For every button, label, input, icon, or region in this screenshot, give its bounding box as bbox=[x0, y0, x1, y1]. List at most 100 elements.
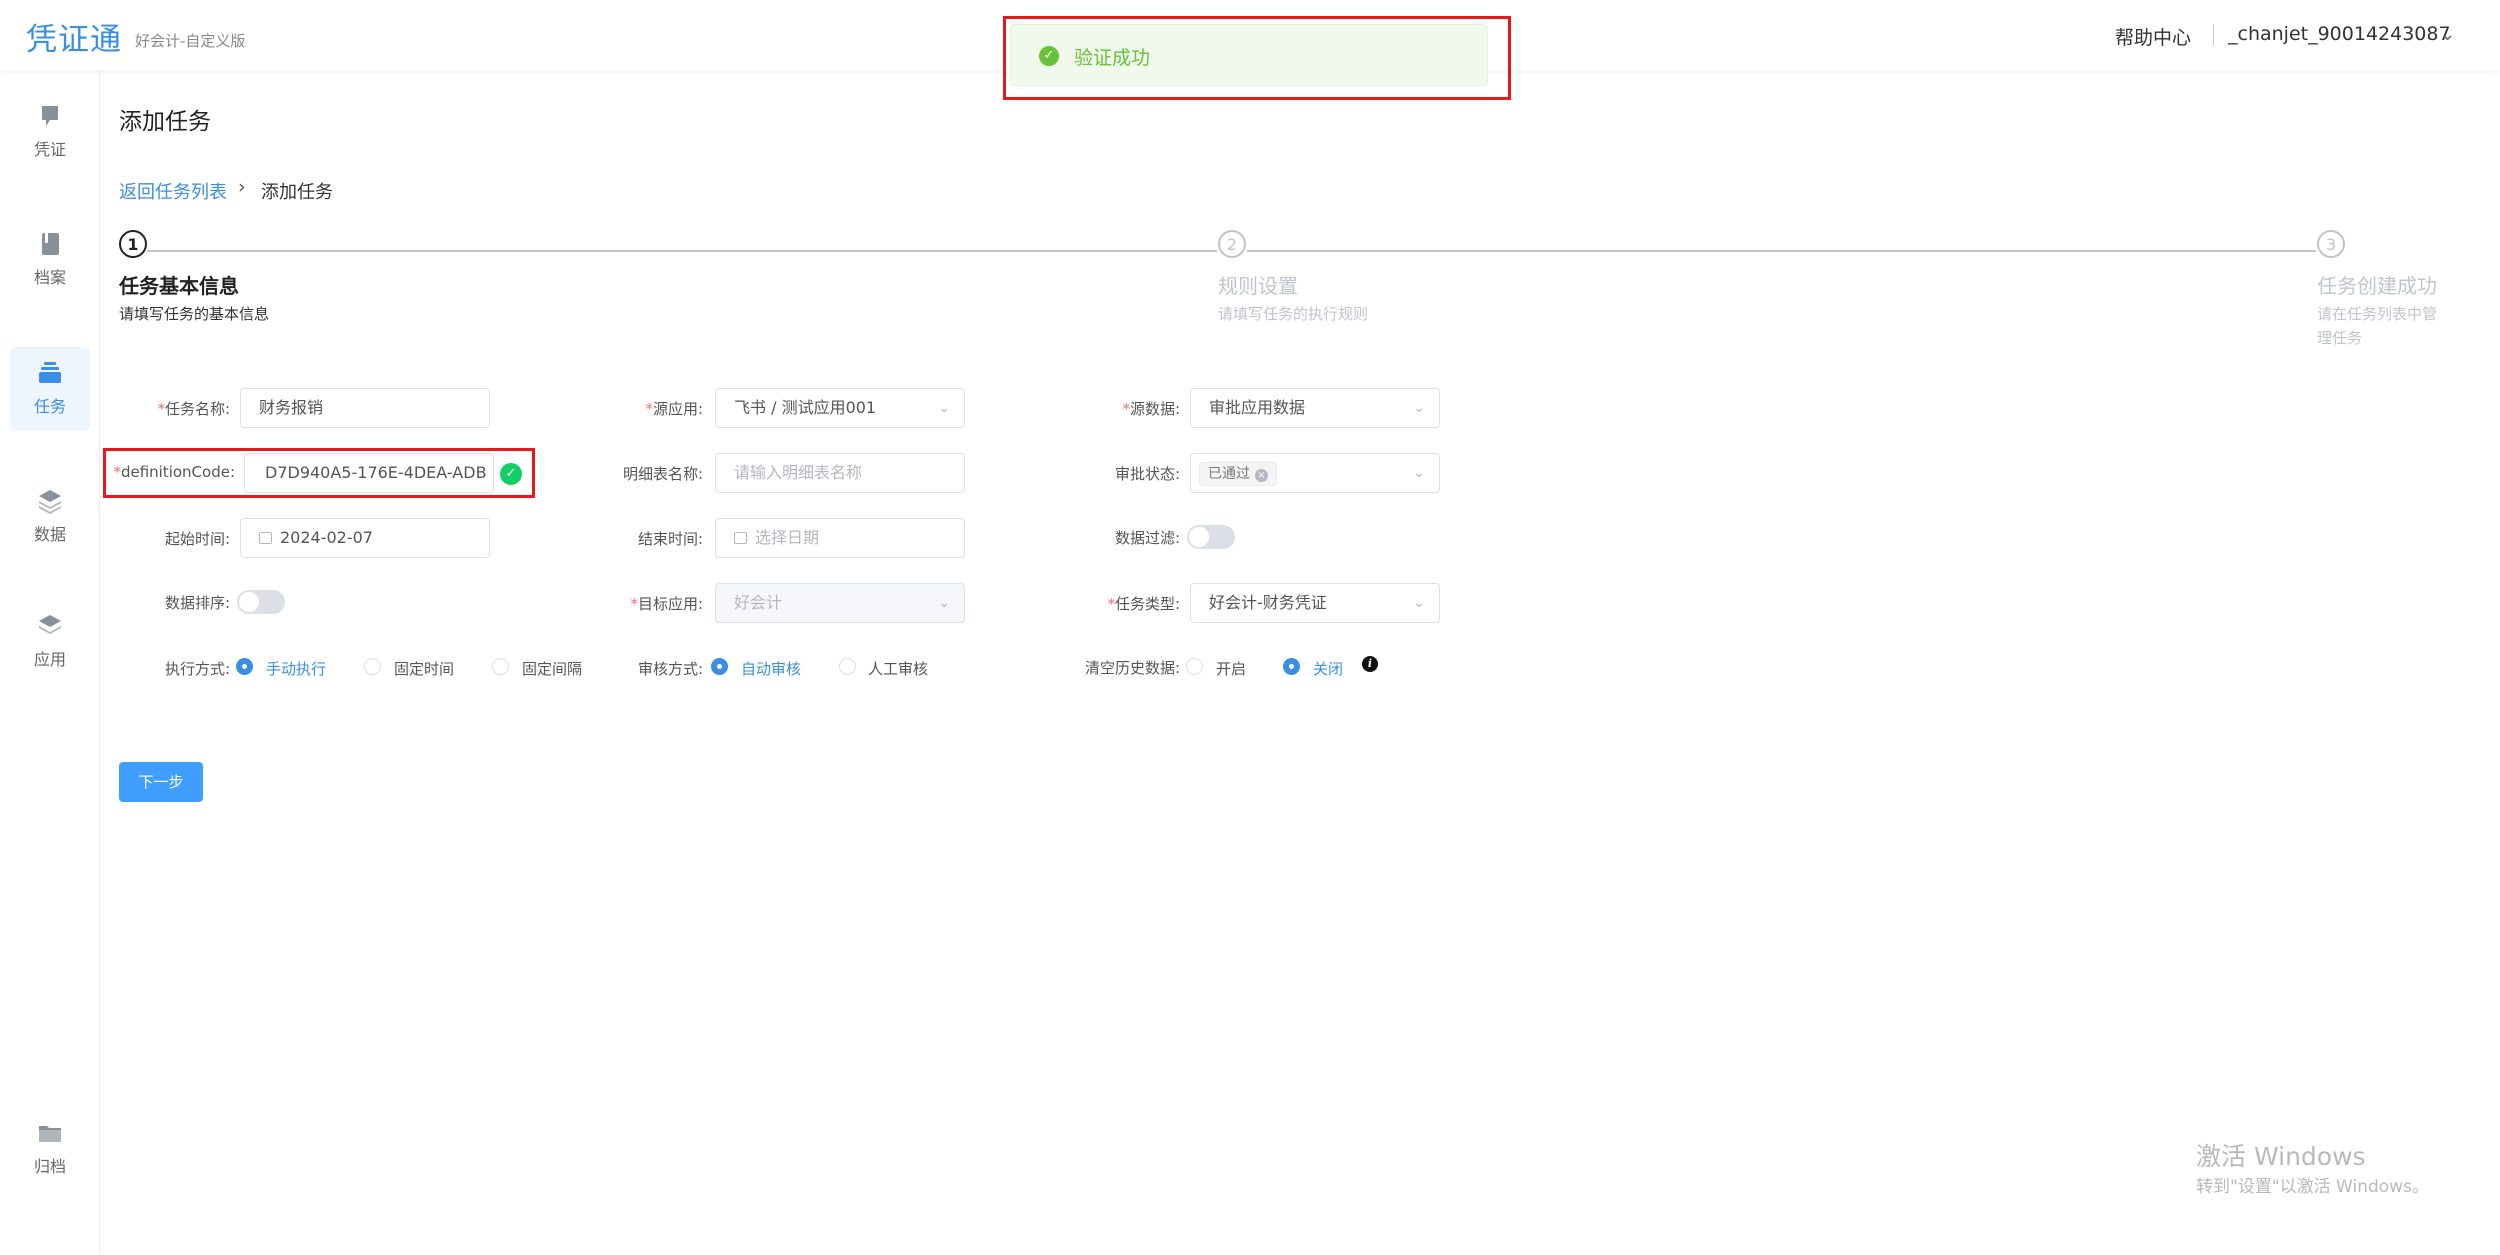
sidebar-item-label: 档案 bbox=[33, 268, 66, 287]
voucher-icon bbox=[42, 106, 58, 126]
sidebar-item-data[interactable]: 数据 bbox=[10, 475, 90, 559]
start-date-picker[interactable]: 2024-02-07 bbox=[240, 518, 490, 558]
sidebar-item-label: 数据 bbox=[33, 525, 66, 544]
highlight-box-toast bbox=[1003, 16, 1511, 100]
header-divider bbox=[2213, 24, 2214, 46]
approval-status-label: 审批状态: bbox=[1114, 465, 1180, 483]
step-3-desc-line: 请在任务列表中管 bbox=[2317, 305, 2438, 323]
step-3-indicator: 3 bbox=[2317, 230, 2345, 258]
chevron-down-icon[interactable]: ⌄ bbox=[2440, 24, 2455, 45]
sidebar-item-label: 归档 bbox=[33, 1157, 66, 1176]
next-step-button[interactable]: 下一步 bbox=[119, 762, 203, 802]
archive-book-icon bbox=[42, 233, 59, 255]
source-data-label: *源数据: bbox=[1122, 400, 1180, 418]
step-connector bbox=[147, 250, 1217, 252]
step-2-desc: 请填写任务的执行规则 bbox=[1218, 305, 1369, 323]
step-1-title: 任务基本信息 bbox=[119, 274, 239, 298]
start-time-label: 起始时间: bbox=[164, 530, 230, 548]
start-date-value: 2024-02-07 bbox=[280, 528, 373, 547]
app-logo[interactable]: 凭证通 bbox=[26, 14, 122, 59]
sidebar-item-task[interactable]: 任务 bbox=[10, 347, 90, 431]
sidebar-item-archived[interactable]: 归档 bbox=[10, 1107, 90, 1191]
page-title: 添加任务 bbox=[119, 109, 211, 135]
exec-mode-option-fixed-interval[interactable]: 固定间隔 bbox=[522, 658, 582, 679]
folder-icon bbox=[39, 1126, 61, 1142]
detail-table-input[interactable]: 请输入明细表名称 bbox=[715, 453, 965, 493]
breadcrumb-back-link[interactable]: 返回任务列表 bbox=[119, 178, 227, 204]
step-1-indicator: 1 bbox=[119, 230, 147, 258]
calendar-icon bbox=[734, 532, 747, 544]
review-mode-label: 审核方式: bbox=[637, 660, 703, 678]
windows-activation-watermark: 激活 Windows bbox=[2196, 1142, 2366, 1171]
chevron-down-icon: ⌄ bbox=[1413, 465, 1425, 481]
data-sort-toggle[interactable] bbox=[237, 590, 285, 614]
task-type-value: 好会计-财务凭证 bbox=[1209, 593, 1327, 612]
source-app-value: 飞书 / 测试应用001 bbox=[734, 398, 877, 417]
step-3-desc-line: 理任务 bbox=[2317, 329, 2363, 347]
windows-activation-hint: 转到"设置"以激活 Windows。 bbox=[2196, 1177, 2429, 1197]
edition-label: 好会计-自定义版 bbox=[135, 32, 246, 50]
exec-mode-radio-fixed-time[interactable] bbox=[364, 658, 381, 675]
sidebar: 凭证 档案 任务 数据 应用 归档 bbox=[0, 70, 100, 1255]
help-center-link[interactable]: 帮助中心 bbox=[2115, 23, 2191, 50]
review-mode-radio-manual[interactable] bbox=[839, 658, 856, 675]
approval-status-select[interactable]: 已通过 × ⌄ bbox=[1190, 453, 1440, 493]
data-layers-icon bbox=[39, 490, 61, 514]
breadcrumb-current: 添加任务 bbox=[261, 182, 333, 203]
exec-mode-radio-fixed-interval[interactable] bbox=[492, 658, 509, 675]
highlight-box-definition-code bbox=[103, 448, 535, 498]
task-name-input[interactable]: 财务报销 bbox=[240, 388, 490, 428]
step-3-desc: 请在任务列表中管 理任务 bbox=[2317, 302, 2437, 350]
task-type-label: *任务类型: bbox=[1107, 595, 1180, 613]
app-layers-icon bbox=[39, 615, 61, 634]
target-app-label: *目标应用: bbox=[630, 595, 703, 613]
toggle-knob bbox=[1189, 527, 1209, 547]
status-tag: 已通过 × bbox=[1199, 462, 1277, 486]
calendar-icon bbox=[259, 532, 272, 544]
exec-mode-label: 执行方式: bbox=[164, 660, 230, 678]
toggle-knob bbox=[239, 592, 259, 612]
clear-history-label: 清空历史数据: bbox=[1084, 659, 1180, 677]
review-mode-option-manual[interactable]: 人工审核 bbox=[868, 658, 928, 679]
exec-mode-option-fixed-time[interactable]: 固定时间 bbox=[394, 658, 454, 679]
data-filter-label: 数据过滤: bbox=[1114, 529, 1180, 547]
task-type-select[interactable]: 好会计-财务凭证 ⌄ bbox=[1190, 583, 1440, 623]
info-icon[interactable]: i bbox=[1362, 656, 1378, 672]
source-data-select[interactable]: 审批应用数据 ⌄ bbox=[1190, 388, 1440, 428]
sidebar-item-voucher[interactable]: 凭证 bbox=[10, 90, 90, 174]
sidebar-item-archive[interactable]: 档案 bbox=[10, 218, 90, 302]
chevron-down-icon: ⌄ bbox=[938, 400, 950, 416]
clear-history-radio-on[interactable] bbox=[1186, 658, 1203, 675]
step-1-desc: 请填写任务的基本信息 bbox=[119, 305, 270, 323]
source-app-select[interactable]: 飞书 / 测试应用001 ⌄ bbox=[715, 388, 965, 428]
sidebar-item-label: 任务 bbox=[33, 397, 66, 416]
data-sort-label: 数据排序: bbox=[164, 594, 230, 612]
review-mode-option-auto[interactable]: 自动审核 bbox=[741, 658, 801, 679]
chevron-down-icon: ⌄ bbox=[1413, 595, 1425, 611]
data-filter-toggle[interactable] bbox=[1187, 525, 1235, 549]
clear-history-option-off[interactable]: 关闭 bbox=[1313, 658, 1343, 679]
target-app-select[interactable]: 好会计 ⌄ bbox=[715, 583, 965, 623]
target-app-value: 好会计 bbox=[734, 593, 783, 612]
exec-mode-radio-manual[interactable] bbox=[236, 658, 253, 675]
sidebar-item-app[interactable]: 应用 bbox=[10, 600, 90, 684]
end-date-picker[interactable]: 选择日期 bbox=[715, 518, 965, 558]
chevron-right-icon: › bbox=[238, 176, 246, 198]
end-time-label: 结束时间: bbox=[637, 530, 703, 548]
clear-history-radio-off[interactable] bbox=[1283, 658, 1300, 675]
clear-history-option-on[interactable]: 开启 bbox=[1216, 658, 1246, 679]
step-3-title: 任务创建成功 bbox=[2317, 274, 2437, 298]
step-connector bbox=[1247, 250, 2316, 252]
source-data-value: 审批应用数据 bbox=[1209, 398, 1306, 417]
task-stack-icon bbox=[39, 362, 61, 383]
sidebar-item-label: 凭证 bbox=[33, 140, 66, 159]
review-mode-radio-auto[interactable] bbox=[711, 658, 728, 675]
user-menu[interactable]: _chanjet_90014243087 bbox=[2228, 23, 2451, 45]
task-name-label: *任务名称: bbox=[157, 400, 230, 418]
end-date-placeholder: 选择日期 bbox=[755, 528, 820, 547]
step-2-indicator: 2 bbox=[1218, 230, 1246, 258]
close-icon[interactable]: × bbox=[1255, 469, 1268, 482]
chevron-down-icon: ⌄ bbox=[1413, 400, 1425, 416]
exec-mode-option-manual[interactable]: 手动执行 bbox=[266, 658, 326, 679]
chevron-down-icon: ⌄ bbox=[938, 595, 950, 611]
